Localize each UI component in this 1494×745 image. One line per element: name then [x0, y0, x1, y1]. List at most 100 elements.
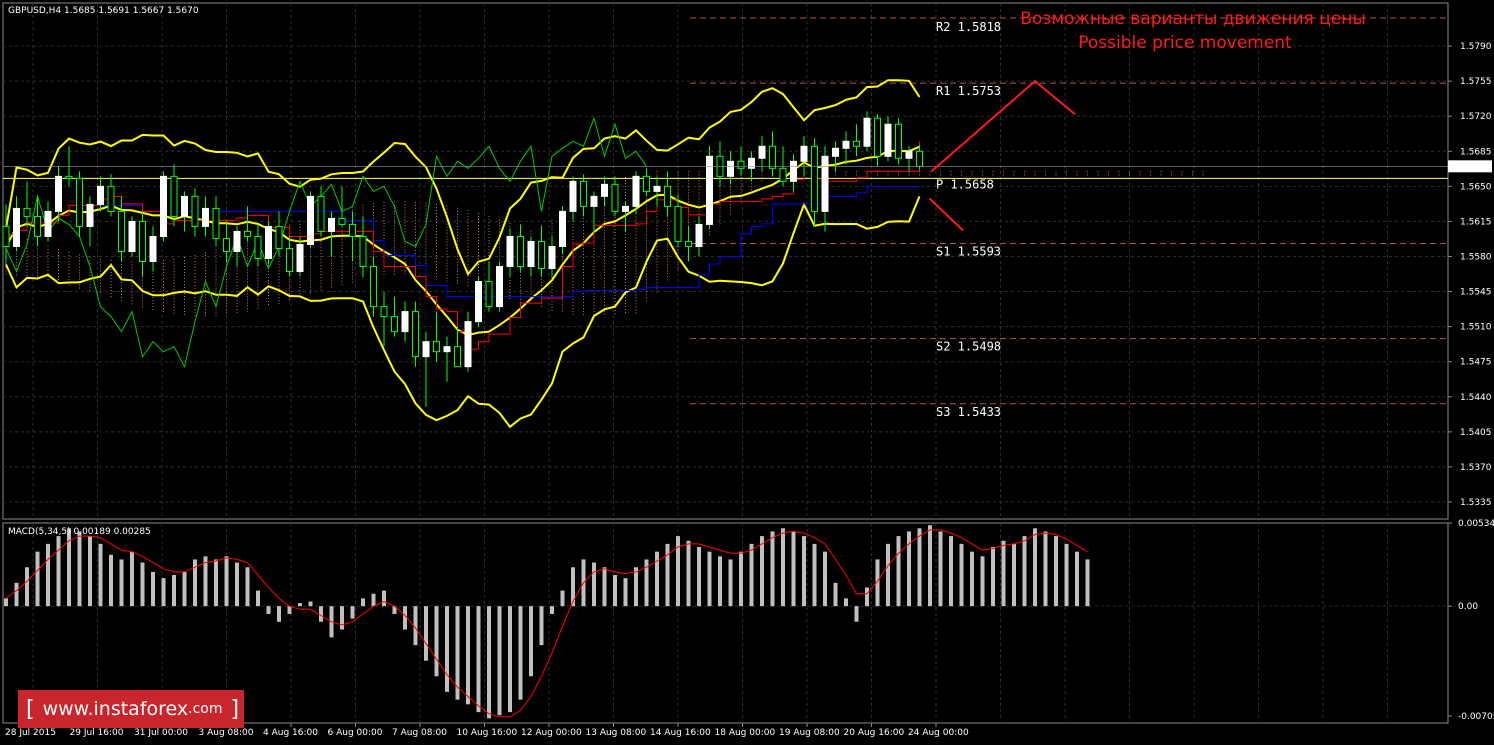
candle-body	[317, 195, 325, 232]
candle-body	[433, 341, 440, 353]
candle-body	[328, 217, 335, 232]
x-tick-label: 29 Jul 16:00	[70, 728, 124, 738]
logo-text: www.instaforex	[42, 698, 189, 720]
macd-bar	[928, 525, 932, 607]
candle-body	[884, 123, 892, 157]
y-tick-label: 1.5790	[1460, 42, 1492, 52]
candle-body	[842, 140, 850, 149]
macd-bar	[224, 556, 229, 607]
candle-body	[359, 235, 367, 268]
macd-bar	[707, 551, 712, 607]
macd-bar	[287, 606, 292, 614]
macd-bar	[434, 606, 439, 677]
macd-bar	[119, 559, 124, 607]
candle-body	[107, 185, 115, 212]
candle-body	[23, 207, 31, 217]
macd-bar	[1085, 559, 1090, 607]
macd-bar	[25, 567, 29, 607]
macd-bar	[182, 571, 187, 607]
candle-body	[863, 117, 871, 147]
candle-body	[727, 160, 734, 177]
candle-body	[643, 175, 650, 192]
x-tick-label: 3 Aug 08:00	[199, 728, 254, 738]
candle-body	[97, 185, 104, 205]
candle-body	[580, 180, 587, 207]
candle-body	[223, 237, 230, 252]
candle-body	[76, 177, 83, 227]
macd-bar	[14, 582, 19, 607]
chart-svg: 1.5790 1.5755 1.5720 1.5685 1.5650 1.5615 1.55…	[2, 2, 1494, 738]
macd-bar	[245, 567, 250, 607]
macd-bar	[1022, 536, 1027, 607]
candle-body	[800, 145, 808, 162]
candle-body	[349, 223, 356, 237]
candle-body	[496, 266, 503, 308]
y-tick-label: 1.5545	[1460, 288, 1492, 298]
macd-bar	[476, 606, 481, 713]
macd-bar	[1043, 531, 1048, 607]
macd-bar	[833, 582, 838, 607]
logo-left-bracket: [	[26, 696, 35, 722]
macd-bar	[938, 531, 943, 607]
macd-bar	[497, 606, 502, 716]
chikou-line	[5, 116, 647, 369]
candle-body	[916, 150, 923, 167]
y-tick-label: 1.5440	[1460, 393, 1492, 403]
x-tick-label: 4 Aug 16:00	[263, 728, 318, 738]
level-label-r2: R2 1.5818	[936, 20, 1001, 34]
macd-bar	[539, 606, 544, 646]
macd-bar	[46, 543, 50, 607]
candle-body	[128, 220, 136, 252]
macd-bar	[917, 528, 922, 607]
candle-body	[181, 195, 188, 217]
macd-bar	[613, 575, 617, 607]
macd-bar	[844, 598, 848, 607]
candle-body	[517, 235, 524, 268]
y-tick-label: 1.5755	[1460, 77, 1492, 87]
x-tick-label: 12 Aug 00:00	[521, 728, 582, 738]
candle-body	[212, 207, 220, 239]
macd-bar	[1054, 536, 1058, 607]
candle-body	[475, 281, 482, 323]
candle-body	[286, 247, 293, 273]
annotation-en: Possible price movement	[1078, 33, 1292, 53]
macd-bar	[508, 606, 512, 713]
macd-bar	[350, 606, 355, 619]
x-tick-label: 28 Jul 2015	[5, 728, 56, 738]
macd-bar	[980, 556, 985, 607]
candle-body	[191, 195, 199, 227]
candle-body	[527, 240, 535, 268]
y-tick-label: 1.5685	[1460, 147, 1492, 157]
macd-bar	[361, 598, 365, 607]
macd-tick-label: -0.00705	[1458, 712, 1494, 722]
y-tick-label: 1.5405	[1460, 428, 1492, 438]
macd-bar	[991, 546, 995, 607]
macd-bar	[781, 528, 785, 607]
macd-bar	[151, 571, 155, 607]
macd-bar	[686, 540, 691, 607]
candle-body	[149, 235, 157, 263]
y-tick-label: 1.5370	[1460, 463, 1492, 473]
candle-body	[2, 225, 10, 247]
candle-body	[895, 123, 902, 159]
candle-body	[34, 215, 41, 237]
candle-body	[779, 167, 787, 182]
macd-bar	[1075, 551, 1079, 607]
macd-bar	[560, 590, 565, 607]
candle-body	[391, 316, 398, 333]
macd-bar	[4, 598, 8, 607]
macd-tick-label: 0.00	[1458, 602, 1478, 612]
candle-body	[737, 160, 745, 169]
macd-bar	[382, 590, 386, 607]
y-tick-label: 1.5510	[1460, 323, 1492, 333]
macd-bar	[466, 606, 470, 705]
candle-body	[905, 150, 913, 159]
macd-bar	[760, 536, 764, 607]
macd-bar	[35, 551, 40, 607]
candle-body	[569, 180, 577, 212]
candle-body	[170, 175, 178, 217]
candle-body	[139, 220, 146, 263]
candle-body	[653, 185, 661, 192]
candle-body	[275, 225, 283, 249]
macd-bar	[172, 575, 176, 607]
